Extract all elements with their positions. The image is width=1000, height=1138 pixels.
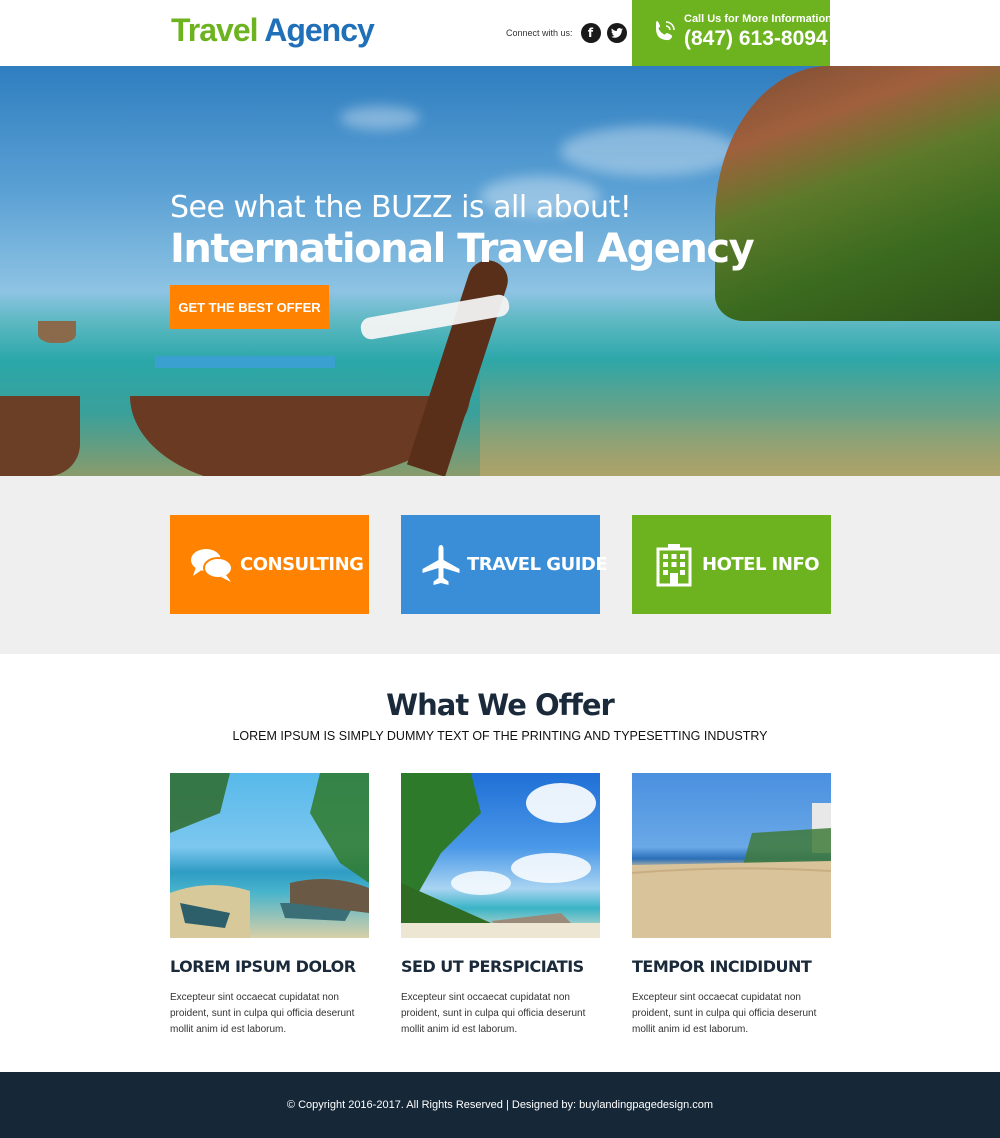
site-logo[interactable]: Travel Agency	[171, 12, 375, 49]
hotel-info-label: HOTEL INFO	[702, 554, 820, 575]
sandy-beach-image	[632, 773, 831, 938]
hero-title: International Travel Agency	[170, 226, 755, 272]
travel-guide-label: TRAVEL GUIDE	[467, 554, 608, 575]
consulting-label: CONSULTING	[240, 554, 364, 575]
twitter-icon[interactable]	[606, 23, 627, 43]
call-label: Call Us for More Information	[684, 13, 832, 25]
card-text: Excepteur sint occaecat cupidatat non pr…	[170, 992, 355, 1035]
small-boat	[0, 396, 80, 476]
site-footer: © Copyright 2016-2017. All Rights Reserv…	[0, 1072, 1000, 1138]
logo-word-travel: Travel	[171, 12, 259, 48]
call-box[interactable]: Call Us for More Information (847) 613-8…	[632, 0, 832, 66]
offer-subtitle: LOREM IPSUM IS SIMPLY DUMMY TEXT OF THE …	[232, 729, 768, 743]
copyright-text: © Copyright 2016-2017. All Rights Reserv…	[286, 1099, 714, 1111]
card-title: SED UT PERSPICIATIS	[401, 957, 584, 976]
distant-boat	[38, 321, 76, 343]
hotel-info-box[interactable]: HOTEL INFO	[632, 515, 831, 614]
phone-icon	[656, 21, 675, 41]
card-text: Excepteur sint occaecat cupidatat non pr…	[632, 992, 817, 1035]
cliff-image	[715, 66, 1000, 321]
airplane-icon	[419, 541, 463, 589]
offer-card: SED UT PERSPICIATIS Excepteur sint occae…	[401, 773, 600, 1038]
hero-banner: See what the BUZZ is all about! Internat…	[0, 66, 1000, 476]
social-connect: Connect with us: f	[506, 22, 633, 44]
offer-title: What We Offer	[386, 688, 615, 722]
connect-label: Connect with us:	[506, 28, 573, 38]
beach-sand	[480, 356, 1000, 476]
hotel-building-icon	[650, 541, 698, 589]
offer-card: LOREM IPSUM DOLOR Excepteur sint occaeca…	[170, 773, 369, 1038]
get-best-offer-button[interactable]: GET THE BEST OFFER	[170, 285, 329, 329]
card-text: Excepteur sint occaecat cupidatat non pr…	[401, 992, 586, 1035]
consulting-box[interactable]: CONSULTING	[170, 515, 369, 614]
travel-guide-box[interactable]: TRAVEL GUIDE	[401, 515, 608, 614]
hero-subtitle: See what the BUZZ is all about!	[170, 190, 632, 225]
offer-card: TEMPOR INCIDIDUNT Excepteur sint occaeca…	[632, 773, 831, 1038]
beach-palms-image	[170, 773, 369, 938]
logo-word-agency: Agency	[264, 12, 375, 48]
phone-number[interactable]: (847) 613-8094	[684, 27, 828, 51]
features-strip: CONSULTING TRAVEL GUIDE HOTEL INFO	[0, 476, 1000, 654]
facebook-icon[interactable]: f	[580, 23, 601, 43]
tropical-island-image	[401, 773, 600, 938]
card-title: TEMPOR INCIDIDUNT	[632, 957, 812, 976]
site-header: Travel Agency Connect with us: f Call Us…	[0, 0, 1000, 66]
chat-bubbles-icon	[188, 541, 236, 589]
card-title: LOREM IPSUM DOLOR	[170, 957, 356, 976]
boat-roof	[155, 356, 335, 368]
